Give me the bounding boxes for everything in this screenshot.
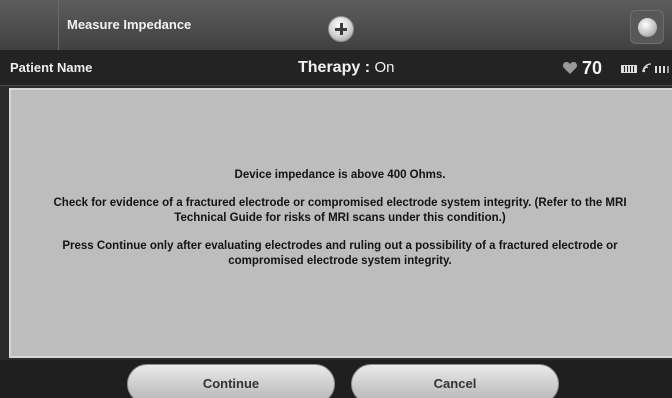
status-bar: Patient Name Therapy : On 70 [0,50,672,86]
cancel-button[interactable]: Cancel [351,364,559,398]
message-line-1: Device impedance is above 400 Ohms. [234,169,446,181]
heart-icon [562,62,578,74]
warning-message: Device impedance is above 400 Ohms. Chec… [29,168,651,282]
round-knob-icon [638,18,657,37]
therapy-value: On [374,59,395,76]
patient-name: Patient Name [10,60,93,75]
battery-icon [621,65,637,73]
top-bar: Measure Impedance [0,0,672,50]
add-button[interactable] [328,16,354,42]
continue-button[interactable]: Continue [127,364,335,398]
message-line-2: Check for evidence of a fractured electr… [53,197,627,224]
impedance-warning-dialog: Device impedance is above 400 Ohms. Chec… [9,88,672,358]
therapy-status: Therapy : On [298,50,394,86]
button-bar: Continue Cancel [0,360,672,398]
corner-knob-button[interactable] [630,10,664,44]
heart-rate-value: 70 [582,58,603,78]
signal-bars-icon [655,66,669,73]
therapy-label: Therapy : [298,59,371,76]
screen-title: Measure Impedance [58,0,308,50]
message-line-3: Press Continue only after evaluating ele… [62,240,618,267]
wifi-icon [642,63,652,73]
